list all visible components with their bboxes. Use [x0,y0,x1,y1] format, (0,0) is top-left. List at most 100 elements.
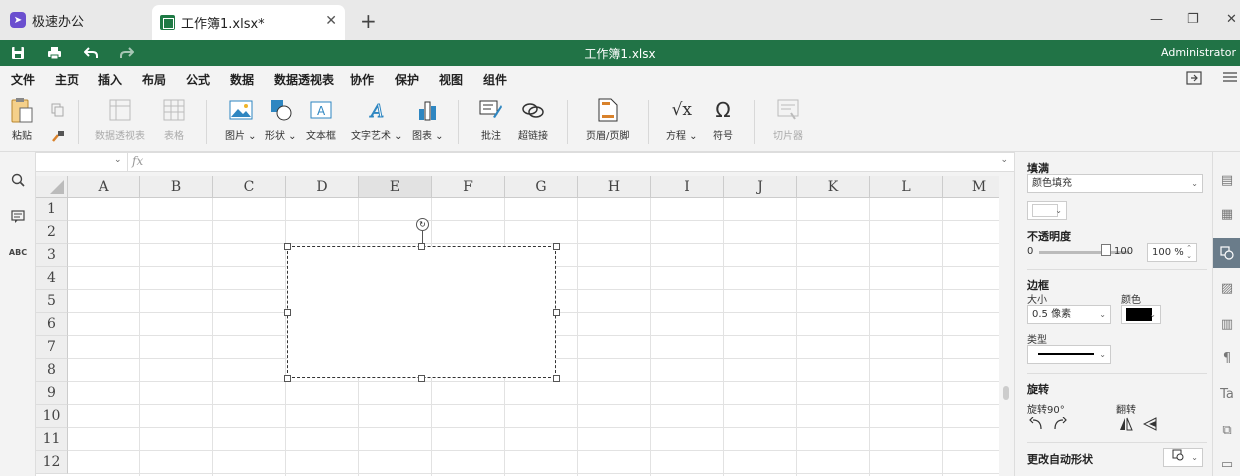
menu-formula[interactable]: 公式 [186,71,210,88]
menu-file[interactable]: 文件 [11,71,35,88]
hamburger-menu-icon[interactable] [1223,71,1237,87]
hyperlink-button[interactable]: 超链接 [518,98,548,142]
signature-settings-icon[interactable]: ▭ [1217,454,1237,474]
autoshape-select[interactable]: ⌄ [1163,448,1203,467]
column-header[interactable]: K [797,176,870,198]
resize-handle[interactable] [283,374,291,382]
app-tab[interactable]: ➤ 极速办公 [0,0,150,40]
column-header[interactable]: A [68,176,140,198]
resize-handle[interactable] [418,374,425,382]
border-color-picker[interactable]: ⌄ [1121,305,1161,324]
row-header[interactable]: 8 [36,359,68,382]
textbox-button[interactable]: A 文本框 [306,98,336,142]
resize-handle[interactable] [552,374,560,382]
open-location-icon[interactable] [1186,71,1202,89]
spreadsheet-grid[interactable]: 12 11 10 9 8 7 6 5 4 3 2 1 M L K J I H G F E D C B A ↻ [36,176,999,476]
picture-button[interactable]: 图片 ⌄ [225,98,257,142]
document-tab[interactable]: 工作簿1.xlsx* ✕ [152,5,345,40]
column-header[interactable]: H [578,176,651,198]
stepper-icon[interactable]: ⌃ ⌄ [1186,244,1192,260]
shape-settings-icon[interactable] [1213,238,1240,268]
comments-icon[interactable] [10,208,26,224]
slicer-button[interactable]: 切片器 [773,98,803,142]
symbol-button[interactable]: Ω 符号 [711,98,735,142]
menu-view[interactable]: 视图 [439,71,463,88]
resize-handle[interactable] [418,242,425,250]
menu-home[interactable]: 主页 [55,71,79,88]
tab-close-icon[interactable]: ✕ [325,13,337,29]
column-header[interactable]: D [286,176,359,198]
menu-insert[interactable]: 插入 [98,71,123,94]
fill-color-picker[interactable]: ⌄ [1027,201,1067,220]
paste-button[interactable]: 粘贴 [10,98,34,142]
pivot-settings-icon[interactable]: ⧉ [1217,420,1237,440]
user-name[interactable]: Administrator [1161,46,1236,59]
row-header[interactable]: 3 [36,244,68,267]
paragraph-icon[interactable]: ¶ [1217,348,1237,368]
resize-handle[interactable] [283,308,291,316]
minimize-button[interactable]: — [1150,12,1163,27]
column-header[interactable]: J [724,176,797,198]
chart-settings-icon[interactable]: ▥ [1217,314,1237,334]
column-header[interactable]: C [213,176,286,198]
table-settings-icon[interactable]: ▦ [1217,204,1237,224]
menu-components[interactable]: 组件 [483,71,507,88]
column-header[interactable]: E [359,176,432,198]
select-all-corner[interactable] [36,176,68,198]
shape-button[interactable]: 形状 ⌄ [265,98,297,142]
row-header[interactable]: 1 [36,198,68,221]
image-settings-icon[interactable]: ▨ [1217,278,1237,298]
menu-pivot[interactable]: 数据透视表 [274,71,334,88]
expand-formula-icon[interactable]: ⌄ [1000,155,1008,165]
column-header[interactable]: M [943,176,999,198]
column-header[interactable]: G [505,176,578,198]
rotate-right-icon[interactable] [1053,416,1067,434]
copy-icon[interactable] [51,102,65,121]
row-header[interactable]: 9 [36,382,68,405]
menu-protect[interactable]: 保护 [395,71,419,88]
fill-type-select[interactable]: 颜色填充 ⌄ [1027,174,1203,193]
row-header[interactable]: 12 [36,451,68,474]
menu-collaborate[interactable]: 协作 [350,71,374,88]
rotate-handle-icon[interactable]: ↻ [416,218,429,231]
chart-button[interactable]: 图表 ⌄ [412,98,444,142]
wordart-button[interactable]: A 文字艺术 ⌄ [351,98,403,143]
spellcheck-icon[interactable]: ABC [9,244,27,260]
border-type-select[interactable]: ⌄ [1027,345,1111,364]
row-header[interactable]: 11 [36,428,68,451]
opacity-slider-knob[interactable] [1101,244,1111,256]
opacity-input[interactable]: 100 % ⌃ ⌄ [1147,243,1197,262]
rectangle-shape[interactable] [283,242,560,382]
text-art-settings-icon[interactable]: Ta [1217,384,1237,404]
restore-button[interactable]: ❐ [1187,12,1199,27]
search-icon[interactable] [10,172,26,188]
menu-data[interactable]: 数据 [230,71,254,88]
comment-button[interactable]: 批注 [479,98,503,142]
new-tab-button[interactable]: + [360,9,377,33]
equation-button[interactable]: √x 方程 ⌄ [666,98,698,142]
format-painter-icon[interactable] [51,128,65,147]
rotate-left-icon[interactable] [1029,416,1043,434]
scrollbar-thumb[interactable] [1003,386,1009,400]
chevron-down-icon[interactable]: ⌄ [114,155,122,165]
fx-icon[interactable]: fx [132,154,143,168]
flip-vertical-icon[interactable] [1142,417,1157,434]
row-header[interactable]: 5 [36,290,68,313]
row-header[interactable]: 6 [36,313,68,336]
row-header[interactable]: 10 [36,405,68,428]
resize-handle[interactable] [283,242,291,250]
border-size-select[interactable]: 0.5 像素 ⌄ [1027,305,1111,324]
cell-settings-icon[interactable]: ▤ [1217,170,1237,190]
flip-horizontal-icon[interactable] [1119,417,1133,434]
row-header[interactable]: 7 [36,336,68,359]
pivot-table-button[interactable]: 数据透视表 [95,98,145,142]
column-header[interactable]: L [870,176,943,198]
header-footer-button[interactable]: 页眉/页脚 [586,98,629,142]
table-button[interactable]: 表格 [162,98,186,142]
row-header[interactable]: 4 [36,267,68,290]
row-header[interactable]: 2 [36,221,68,244]
column-header[interactable]: B [140,176,213,198]
resize-handle[interactable] [552,242,560,250]
window-close-button[interactable]: ✕ [1226,12,1237,27]
column-header[interactable]: F [432,176,505,198]
